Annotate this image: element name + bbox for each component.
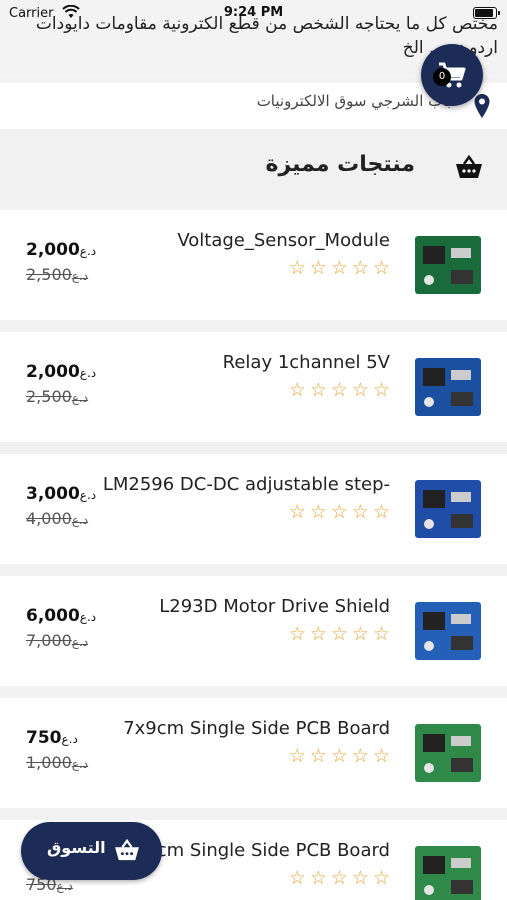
star-icon: ☆	[288, 379, 306, 401]
currency-label: د.ع	[71, 391, 89, 405]
product-image[interactable]	[407, 226, 489, 304]
star-icon: ☆	[330, 257, 348, 279]
currency-label: د.ع	[61, 732, 78, 746]
star-icon: ☆	[372, 379, 390, 401]
star-icon: ☆	[351, 257, 369, 279]
product-name[interactable]: Relay 1channel 5V	[223, 352, 390, 373]
star-icon: ☆	[351, 379, 369, 401]
star-icon: ☆	[351, 501, 369, 523]
battery-icon	[473, 7, 500, 19]
product-name[interactable]: LM2596 DC-DC adjustable step-	[103, 474, 390, 495]
product-name[interactable]: L293D Motor Drive Shield	[159, 596, 390, 617]
section-title: منتجات مميزة	[265, 152, 416, 177]
currency-label: د.ع	[71, 269, 89, 283]
product-price: د.ع2,000	[26, 240, 97, 260]
product-old-price: د.ع2,500	[26, 265, 89, 284]
star-icon: ☆	[351, 867, 369, 889]
currency-label: د.ع	[71, 635, 89, 649]
product-card[interactable]: Relay 1channel 5V ☆ ☆ ☆ ☆ ☆ د.ع2,000 د.ع2,500	[0, 332, 507, 442]
product-image[interactable]	[407, 714, 489, 792]
product-card[interactable]: L293D Motor Drive Shield ☆ ☆ ☆ ☆ ☆ د.ع6,000 د.ع…	[0, 576, 507, 686]
star-icon: ☆	[372, 501, 390, 523]
star-icon: ☆	[351, 745, 369, 767]
product-name[interactable]: cm Single Side PCB Board	[157, 840, 390, 861]
currency-label: د.ع	[79, 366, 97, 380]
product-name[interactable]: Voltage_Sensor_Module	[177, 230, 390, 251]
status-bar: Carrier 9:24 PM	[0, 0, 507, 28]
featured-section-header: منتجات مميزة	[0, 135, 507, 203]
product-price: د.ع2,000	[26, 362, 97, 382]
product-rating: ☆ ☆ ☆ ☆ ☆	[289, 746, 390, 766]
basket-icon	[114, 838, 140, 865]
product-old-price: د.ع1,000	[26, 753, 89, 772]
currency-label: د.ع	[71, 757, 89, 771]
star-icon: ☆	[309, 623, 327, 645]
star-icon: ☆	[309, 867, 327, 889]
product-rating: ☆ ☆ ☆ ☆ ☆	[289, 624, 390, 644]
product-image[interactable]	[407, 592, 489, 670]
product-price: د.ع6,000	[26, 606, 97, 626]
product-price: د.ع750	[26, 728, 78, 748]
star-icon: ☆	[351, 623, 369, 645]
star-icon: ☆	[372, 623, 390, 645]
product-name[interactable]: 7x9cm Single Side PCB Board	[123, 718, 390, 739]
star-icon: ☆	[288, 257, 306, 279]
star-icon: ☆	[330, 379, 348, 401]
product-card[interactable]: 7x9cm Single Side PCB Board ☆ ☆ ☆ ☆ ☆ د.ع750 د.…	[0, 698, 507, 808]
star-icon: ☆	[372, 745, 390, 767]
star-icon: ☆	[330, 623, 348, 645]
product-rating: ☆ ☆ ☆ ☆ ☆	[289, 868, 390, 888]
cart-count-badge: 0	[433, 68, 451, 86]
product-old-price: د.ع2,500	[26, 387, 89, 406]
currency-label: د.ع	[79, 610, 97, 624]
star-icon: ☆	[372, 257, 390, 279]
shop-button[interactable]: التسوق	[21, 822, 162, 880]
star-icon: ☆	[288, 623, 306, 645]
star-icon: ☆	[288, 501, 306, 523]
star-icon: ☆	[288, 745, 306, 767]
cart-button[interactable]: 0	[421, 44, 483, 106]
star-icon: ☆	[372, 867, 390, 889]
product-rating: ☆ ☆ ☆ ☆ ☆	[289, 258, 390, 278]
product-image[interactable]	[407, 348, 489, 426]
star-icon: ☆	[309, 501, 327, 523]
star-icon: ☆	[288, 867, 306, 889]
location-pin-icon	[473, 93, 491, 123]
star-icon: ☆	[330, 745, 348, 767]
star-icon: ☆	[309, 379, 327, 401]
product-image[interactable]	[407, 470, 489, 548]
star-icon: ☆	[330, 867, 348, 889]
basket-icon	[455, 154, 483, 183]
location-text: باب الشرجي سوق الالكترونيات	[256, 92, 451, 110]
product-price: د.ع3,000	[26, 484, 97, 504]
product-card[interactable]: Voltage_Sensor_Module ☆ ☆ ☆ ☆ ☆ د.ع2,000 د.ع2,5…	[0, 210, 507, 320]
product-list: Voltage_Sensor_Module ☆ ☆ ☆ ☆ ☆ د.ع2,000 د.ع2,5…	[0, 210, 507, 900]
star-icon: ☆	[330, 501, 348, 523]
star-icon: ☆	[309, 745, 327, 767]
product-old-price: د.ع7,000	[26, 631, 89, 650]
product-image[interactable]	[407, 836, 489, 900]
status-time: 9:24 PM	[223, 5, 284, 20]
product-rating: ☆ ☆ ☆ ☆ ☆	[289, 502, 390, 522]
product-old-price: د.ع4,000	[26, 509, 89, 528]
currency-label: د.ع	[79, 488, 97, 502]
product-rating: ☆ ☆ ☆ ☆ ☆	[289, 380, 390, 400]
currency-label: د.ع	[79, 244, 97, 258]
currency-label: د.ع	[56, 879, 73, 893]
currency-label: د.ع	[71, 513, 89, 527]
star-icon: ☆	[309, 257, 327, 279]
product-card[interactable]: LM2596 DC-DC adjustable step- ☆ ☆ ☆ ☆ ☆ د.ع3,0…	[0, 454, 507, 564]
shop-button-label: التسوق	[47, 838, 106, 857]
